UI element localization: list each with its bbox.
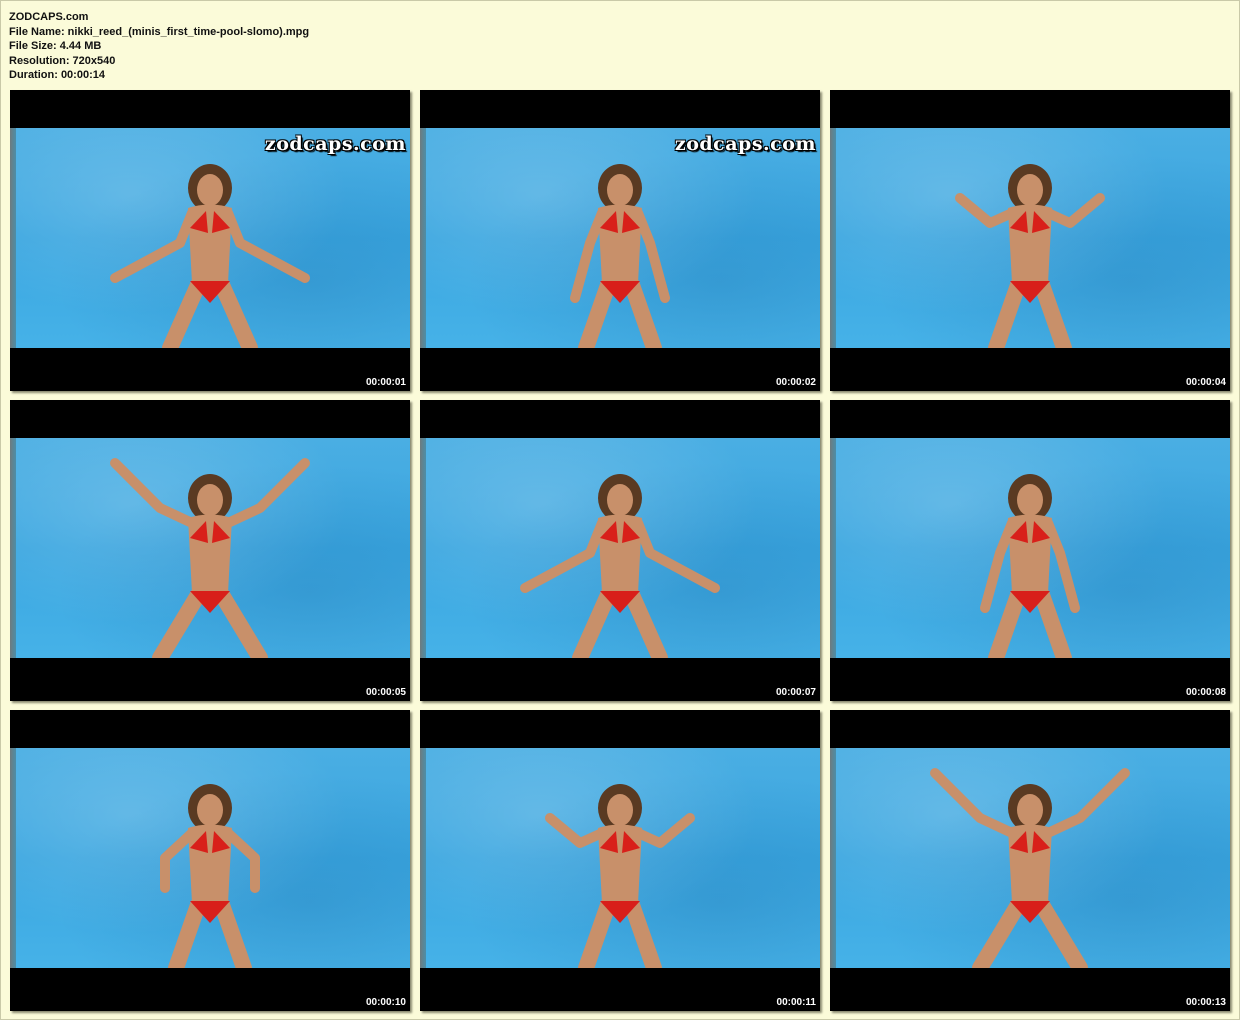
timestamp-label: 00:00:05 bbox=[365, 687, 406, 698]
swimmer-figure bbox=[545, 784, 695, 968]
duration: Duration: 00:00:14 bbox=[9, 69, 105, 81]
watermark-text: zodcaps.com bbox=[264, 133, 406, 155]
video-thumbnail[interactable]: 00:00:08 bbox=[830, 400, 1230, 701]
swimmer-figure bbox=[160, 784, 260, 968]
swimmer-figure bbox=[955, 164, 1105, 348]
pool-frame-image: zodcaps.com bbox=[10, 128, 410, 348]
pool-frame-image bbox=[830, 128, 1230, 348]
pool-frame-image bbox=[830, 748, 1230, 968]
video-thumbnail[interactable]: 00:00:11 bbox=[420, 710, 820, 1011]
pool-frame-image bbox=[10, 748, 410, 968]
swimmer-figure bbox=[930, 768, 1130, 968]
timestamp-label: 00:00:02 bbox=[775, 377, 816, 388]
swimmer-figure bbox=[520, 474, 720, 658]
swimmer-figure bbox=[110, 164, 310, 348]
timestamp-label: 00:00:11 bbox=[776, 997, 816, 1008]
swimmer-figure bbox=[980, 474, 1080, 658]
video-thumbnail[interactable]: zodcaps.com 00:00:02 bbox=[420, 90, 820, 391]
timestamp-label: 00:00:10 bbox=[365, 997, 406, 1008]
watermark-text: zodcaps.com bbox=[674, 133, 816, 155]
file-info-header: ZODCAPS.com File Name: nikki_reed_(minis… bbox=[9, 10, 309, 83]
video-thumbnail[interactable]: 00:00:07 bbox=[420, 400, 820, 701]
thumbnail-grid: zodcaps.com 00:00:01 zodcaps.com 00:00:02 00… bbox=[10, 90, 1230, 1011]
pool-frame-image bbox=[420, 438, 820, 658]
swimmer-figure bbox=[110, 458, 310, 658]
pool-frame-image bbox=[420, 748, 820, 968]
video-thumbnail[interactable]: 00:00:13 bbox=[830, 710, 1230, 1011]
file-name: File Name: nikki_reed_(minis_first_time-… bbox=[9, 25, 310, 38]
timestamp-label: 00:00:01 bbox=[365, 377, 406, 388]
timestamp-label: 00:00:07 bbox=[775, 687, 816, 698]
pool-frame-image: zodcaps.com bbox=[420, 128, 820, 348]
timestamp-label: 00:00:13 bbox=[1185, 997, 1226, 1008]
pool-frame-image bbox=[10, 438, 410, 658]
video-thumbnail[interactable]: 00:00:04 bbox=[830, 90, 1230, 391]
timestamp-label: 00:00:08 bbox=[1185, 687, 1226, 698]
video-thumbnail[interactable]: 00:00:05 bbox=[10, 400, 410, 701]
video-thumbnail[interactable]: zodcaps.com 00:00:01 bbox=[10, 90, 410, 391]
swimmer-figure bbox=[570, 164, 670, 348]
pool-frame-image bbox=[830, 438, 1230, 658]
video-thumbnail[interactable]: 00:00:10 bbox=[10, 710, 410, 1011]
site-title: ZODCAPS.com bbox=[9, 11, 89, 23]
file-size: File Size: 4.44 MB bbox=[9, 40, 102, 52]
timestamp-label: 00:00:04 bbox=[1185, 377, 1226, 388]
resolution: Resolution: 720x540 bbox=[9, 54, 116, 67]
